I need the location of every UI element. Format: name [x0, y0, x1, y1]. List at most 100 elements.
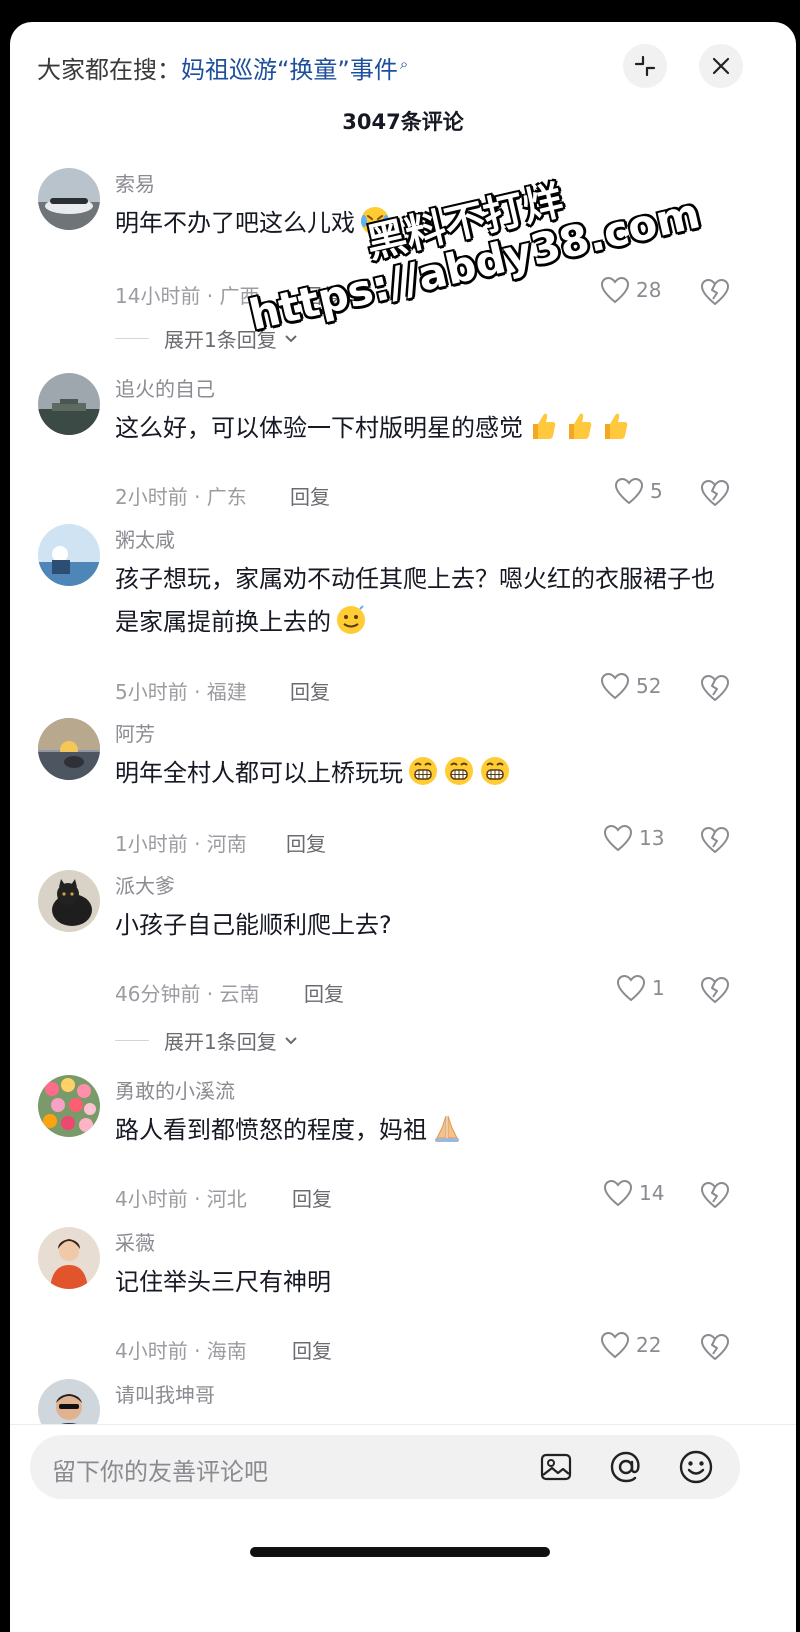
comment-username[interactable]: 粥太咸 — [115, 524, 175, 553]
like-button[interactable]: 28 — [600, 276, 661, 304]
comment-username[interactable]: 采薇 — [115, 1227, 155, 1256]
image-icon — [540, 1453, 572, 1481]
emoji-button[interactable] — [674, 1445, 718, 1489]
dislike-button[interactable] — [700, 479, 730, 511]
comment-username[interactable]: 索易 — [115, 168, 155, 197]
broken-heart-icon — [701, 1182, 729, 1208]
like-count: 14 — [639, 1181, 665, 1205]
comment-username[interactable]: 追火的自己 — [115, 373, 215, 402]
thumbs-up-emoji-icon — [563, 410, 595, 456]
expand-replies-label: 展开1条回复 — [164, 328, 277, 352]
like-count: 52 — [636, 674, 662, 698]
home-indicator — [250, 1547, 550, 1557]
comment-username[interactable]: 请叫我坤哥 — [115, 1379, 215, 1408]
dislike-button[interactable] — [700, 1181, 730, 1213]
expand-replies[interactable]: 展开1条回复 — [115, 1026, 299, 1055]
comment-body: 这么好，可以体验一下村版明星的感觉 — [115, 414, 523, 442]
comment-meta: 4小时前 · 河北 — [115, 1187, 247, 1211]
like-button[interactable]: 1 — [616, 974, 665, 1002]
comment-input-placeholder: 留下你的友善评论吧 — [52, 1458, 268, 1486]
at-mention-icon — [610, 1451, 640, 1483]
mention-button[interactable] — [604, 1445, 648, 1489]
comment-item: 勇敢的小溪流 路人看到都愤怒的程度，妈祖 4小时前 · 河北 回复 14 — [10, 1075, 796, 1225]
expand-replies-label: 展开1条回复 — [164, 1030, 277, 1054]
grin-emoji-icon — [407, 755, 439, 801]
comment-text: 记住举头三尺有神明 — [115, 1261, 715, 1304]
grin-emoji-icon — [443, 755, 475, 801]
avatar[interactable] — [38, 1075, 100, 1137]
like-button[interactable]: 52 — [600, 672, 661, 700]
avatar[interactable] — [38, 373, 100, 435]
heart-icon — [600, 672, 630, 700]
broken-heart-icon — [701, 977, 729, 1003]
comment-meta: 5小时前 · 福建 — [115, 680, 247, 704]
like-count: 5 — [650, 479, 663, 503]
broken-heart-icon — [701, 675, 729, 701]
awkward-smile-emoji-icon — [335, 604, 367, 650]
comment-item: 粥太咸 孩子想玩，家属劝不动任其爬上去？嗯火红的衣服裙子也是家属提前换上去的 5… — [10, 524, 796, 714]
broken-heart-icon — [701, 1334, 729, 1360]
comment-item: 采薇 记住举头三尺有神明 4小时前 · 海南 回复 22 — [10, 1227, 796, 1377]
avatar[interactable] — [38, 870, 100, 932]
heart-icon — [600, 1331, 630, 1359]
reply-button[interactable]: 回复 — [290, 676, 330, 705]
like-count: 28 — [636, 278, 662, 302]
dislike-button[interactable] — [700, 826, 730, 858]
heart-icon — [614, 477, 644, 505]
comment-item: 索易 明年不办了吧这么儿戏 14小时前 · 广西 回复 28 展开1条回复 — [10, 168, 796, 368]
dislike-button[interactable] — [700, 1333, 730, 1365]
comment-input[interactable]: 留下你的友善评论吧 — [30, 1435, 740, 1499]
broken-heart-icon — [701, 279, 729, 305]
comment-item: 追火的自己 这么好，可以体验一下村版明星的感觉 2小时前 · 广东 回复 5 — [10, 373, 796, 523]
comment-body: 小孩子自己能顺利爬上去? — [115, 911, 392, 939]
heart-icon — [600, 276, 630, 304]
comment-username[interactable]: 阿芳 — [115, 718, 155, 747]
chevron-down-icon — [285, 1036, 297, 1044]
expand-replies[interactable]: 展开1条回复 — [115, 324, 299, 353]
reply-button[interactable]: 回复 — [292, 1183, 332, 1212]
thumbs-up-emoji-icon — [527, 410, 559, 456]
praying-hands-emoji-icon — [431, 1112, 463, 1158]
comment-meta: 14小时前 · 广西 — [115, 284, 260, 308]
divider — [115, 1040, 149, 1041]
like-count: 22 — [636, 1333, 662, 1357]
reply-button[interactable]: 回复 — [286, 828, 326, 857]
like-button[interactable]: 22 — [600, 1331, 661, 1359]
comment-text: 这么好，可以体验一下村版明星的感觉 — [115, 407, 715, 456]
dislike-button[interactable] — [700, 674, 730, 706]
comment-text: 孩子想玩，家属劝不动任其爬上去？嗯火红的衣服裙子也是家属提前换上去的 — [115, 558, 715, 650]
comment-meta: 1小时前 · 河南 — [115, 832, 247, 856]
comment-body: 明年全村人都可以上桥玩玩 — [115, 759, 403, 787]
search-suggestion[interactable]: 大家都在搜：妈祖巡游“换童”事件 ⌕ — [37, 50, 408, 85]
collapse-button[interactable] — [623, 44, 667, 88]
broken-heart-icon — [701, 480, 729, 506]
reply-button[interactable]: 回复 — [304, 978, 344, 1007]
dislike-button[interactable] — [700, 278, 730, 310]
close-button[interactable] — [699, 44, 743, 88]
comments-header: 大家都在搜：妈祖巡游“换童”事件 ⌕ 3047条评论 — [10, 22, 796, 172]
reply-button[interactable]: 回复 — [292, 1335, 332, 1364]
comment-text: 路人看到都愤怒的程度，妈祖 — [115, 1109, 715, 1158]
image-button[interactable] — [534, 1445, 578, 1489]
like-button[interactable]: 5 — [614, 477, 663, 505]
comment-input-footer: 留下你的友善评论吧 — [10, 1424, 796, 1632]
avatar[interactable] — [38, 168, 100, 230]
avatar[interactable] — [38, 1227, 100, 1289]
comment-item: 派大爹 小孩子自己能顺利爬上去? 46分钟前 · 云南 回复 1 展开1条回复 — [10, 870, 796, 1070]
comment-meta: 4小时前 · 海南 — [115, 1339, 247, 1363]
thumbs-up-emoji-icon — [599, 410, 631, 456]
reply-button[interactable]: 回复 — [302, 280, 342, 309]
search-term-link[interactable]: 妈祖巡游“换童”事件 — [181, 56, 398, 84]
dislike-button[interactable] — [700, 976, 730, 1008]
reply-button[interactable]: 回复 — [290, 481, 330, 510]
heart-icon — [603, 824, 633, 852]
heart-icon — [603, 1179, 633, 1207]
avatar[interactable] — [38, 524, 100, 586]
like-button[interactable]: 14 — [603, 1179, 664, 1207]
like-button[interactable]: 13 — [603, 824, 664, 852]
avatar[interactable] — [38, 718, 100, 780]
comment-username[interactable]: 派大爹 — [115, 870, 175, 899]
comment-username[interactable]: 勇敢的小溪流 — [115, 1075, 235, 1104]
comment-count-title: 3047条评论 — [342, 110, 464, 134]
search-prefix: 大家都在搜： — [37, 56, 181, 84]
